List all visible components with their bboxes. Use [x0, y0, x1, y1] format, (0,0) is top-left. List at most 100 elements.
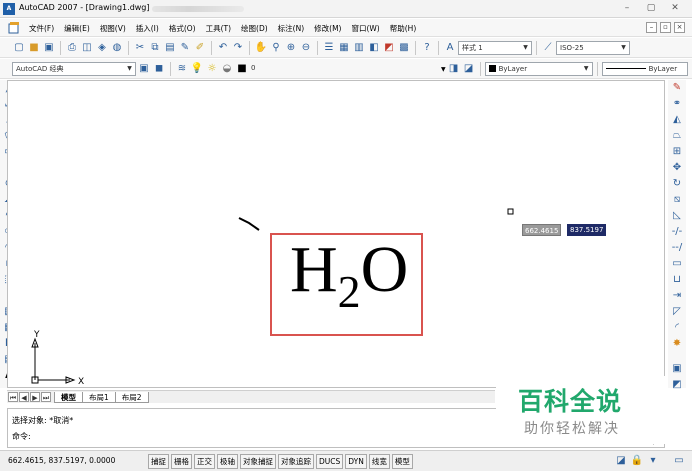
properties-small-icon[interactable]: ◩ — [669, 378, 685, 393]
tab-layout1[interactable]: 布局1 — [82, 391, 116, 403]
join-icon[interactable]: ⇥ — [669, 289, 685, 304]
publish-icon[interactable]: ◈ — [95, 41, 109, 55]
toggle-lineweight[interactable]: 线宽 — [368, 454, 390, 469]
calculator-icon[interactable]: ▩ — [397, 41, 411, 55]
menu-format[interactable]: 格式(O) — [165, 23, 202, 34]
trim-icon[interactable]: -/- — [669, 225, 685, 240]
menu-view[interactable]: 视图(V) — [96, 23, 132, 34]
break-at-point-icon[interactable]: ▭ — [669, 257, 685, 272]
zoom-window-icon[interactable]: ⊕ — [284, 41, 298, 55]
dyn-input-x[interactable]: 662.4615 — [522, 224, 562, 236]
explode-icon[interactable]: ✸ — [669, 337, 685, 352]
minimize-button[interactable]: – — [616, 1, 638, 15]
menu-modify[interactable]: 修改(M) — [310, 23, 347, 34]
zoom-previous-icon[interactable]: ⊖ — [299, 41, 313, 55]
menu-file[interactable]: 文件(F) — [25, 23, 60, 34]
toggle-ducs[interactable]: DUCS — [316, 454, 344, 469]
linetype-select[interactable]: ByLayer — [601, 62, 688, 76]
workspace-select[interactable]: AutoCAD 经典 ▼ — [12, 62, 136, 76]
maximize-button[interactable]: ▢ — [640, 1, 662, 15]
clean-screen-icon[interactable]: ▭ — [672, 454, 686, 468]
last-tab-icon[interactable]: ⏭ — [41, 392, 51, 402]
plot-icon[interactable]: ⎙ — [65, 41, 79, 55]
toggle-grid[interactable]: 栅格 — [171, 454, 192, 469]
toggle-model[interactable]: 模型 — [391, 454, 413, 469]
lock-icon[interactable]: 🔒 — [630, 454, 644, 468]
menu-help[interactable]: 帮助(H) — [386, 23, 423, 34]
chevron-down-icon[interactable]: ▼ — [441, 66, 446, 73]
doc-close-button[interactable]: × — [674, 22, 685, 33]
copy-object-icon[interactable]: ⚭ — [669, 97, 685, 112]
open-icon[interactable]: ■ — [27, 41, 41, 55]
break-icon[interactable]: ⊔ — [669, 273, 685, 288]
markup-icon[interactable]: ◩ — [382, 41, 396, 55]
menu-draw[interactable]: 绘图(D) — [237, 23, 274, 34]
drawing-canvas[interactable]: Y X H2O 662.4615 837.5197 — [7, 80, 665, 388]
scale-icon[interactable]: ⧅ — [669, 193, 685, 208]
redo-icon[interactable]: ↷ — [231, 41, 245, 55]
extend-icon[interactable]: --/ — [669, 241, 685, 256]
properties-icon[interactable]: ☰ — [322, 41, 336, 55]
toggle-polar[interactable]: 极轴 — [217, 454, 238, 469]
mirror-icon[interactable]: ◭ — [669, 113, 685, 128]
sheet-set-icon[interactable]: ◧ — [367, 41, 381, 55]
save-icon[interactable]: ▣ — [42, 41, 56, 55]
next-tab-icon[interactable]: ▶ — [30, 392, 40, 402]
tool-palettes-icon[interactable]: ▥ — [352, 41, 366, 55]
document-icon[interactable] — [8, 22, 20, 34]
help-icon[interactable]: ? — [420, 41, 434, 55]
close-button[interactable]: ✕ — [664, 1, 686, 15]
toggle-otrack[interactable]: 对象追踪 — [278, 454, 314, 469]
cut-icon[interactable]: ✂ — [133, 41, 147, 55]
offset-icon[interactable]: ⏢ — [669, 129, 685, 144]
menu-tools[interactable]: 工具(T) — [202, 23, 237, 34]
rotate-icon[interactable]: ↻ — [669, 177, 685, 192]
tab-layout2[interactable]: 布局2 — [114, 391, 149, 403]
toggle-dyn[interactable]: DYN — [345, 454, 367, 469]
dim-style-select[interactable]: ISO-25 ▼ — [556, 41, 630, 55]
first-tab-icon[interactable]: ⏮ — [8, 392, 18, 402]
chamfer-icon[interactable]: ◸ — [669, 305, 685, 320]
prev-tab-icon[interactable]: ◀ — [19, 392, 29, 402]
plot-preview-icon[interactable]: ◫ — [80, 41, 94, 55]
block-editor-icon[interactable]: ✐ — [193, 41, 207, 55]
copy-icon[interactable]: ⧉ — [148, 41, 162, 55]
menu-insert[interactable]: 插入(I) — [132, 23, 165, 34]
tab-model[interactable]: 模型 — [54, 391, 83, 403]
command-prompt[interactable]: 命令: — [12, 431, 31, 442]
menu-dimension[interactable]: 标注(N) — [274, 23, 310, 34]
layer-previous-icon[interactable]: ◪ — [462, 62, 476, 76]
match-properties-icon[interactable]: ✎ — [178, 41, 192, 55]
workspace-settings-icon[interactable]: ▣ — [137, 62, 151, 76]
stretch-icon[interactable]: ◺ — [669, 209, 685, 224]
dyn-input-y[interactable]: 837.5197 — [567, 224, 607, 236]
layer-manager-icon[interactable]: ≋ — [175, 62, 189, 76]
toggle-ortho[interactable]: 正交 — [194, 454, 215, 469]
toggle-osnap[interactable]: 对象捕捉 — [240, 454, 276, 469]
menu-window[interactable]: 窗口(W) — [347, 23, 385, 34]
communication-center-icon[interactable]: ◪ — [614, 454, 628, 468]
doc-restore-button[interactable]: ▫ — [660, 22, 671, 33]
undo-icon[interactable]: ↶ — [216, 41, 230, 55]
text-style-select[interactable]: 样式 1 ▼ — [458, 41, 532, 55]
layer-select[interactable]: 0 — [250, 62, 440, 76]
new-icon[interactable]: ▢ — [12, 41, 26, 55]
move-icon[interactable]: ✥ — [669, 161, 685, 176]
paste-icon[interactable]: ▤ — [163, 41, 177, 55]
erase-icon[interactable]: ✎ — [669, 81, 685, 96]
workspace-save-icon[interactable]: ◼ — [152, 62, 166, 76]
array-icon[interactable]: ⊞ — [669, 145, 685, 160]
doc-minimize-button[interactable]: – — [646, 22, 657, 33]
zoom-realtime-icon[interactable]: ⚲ — [269, 41, 283, 55]
h2o-text-object[interactable]: H2O — [290, 235, 408, 327]
draworder-icon[interactable]: ▣ — [669, 362, 685, 377]
globe-icon[interactable]: ◍ — [110, 41, 124, 55]
toggle-snap[interactable]: 捕捉 — [148, 454, 169, 469]
make-object-layer-current-icon[interactable]: ◨ — [447, 62, 461, 76]
color-select[interactable]: ByLayer ▼ — [484, 62, 593, 76]
fillet-icon[interactable]: ◜ — [669, 321, 685, 336]
status-menu-icon[interactable]: ▾ — [646, 454, 660, 468]
pan-icon[interactable]: ✋ — [254, 41, 268, 55]
design-center-icon[interactable]: ▦ — [337, 41, 351, 55]
menu-edit[interactable]: 编辑(E) — [60, 23, 96, 34]
